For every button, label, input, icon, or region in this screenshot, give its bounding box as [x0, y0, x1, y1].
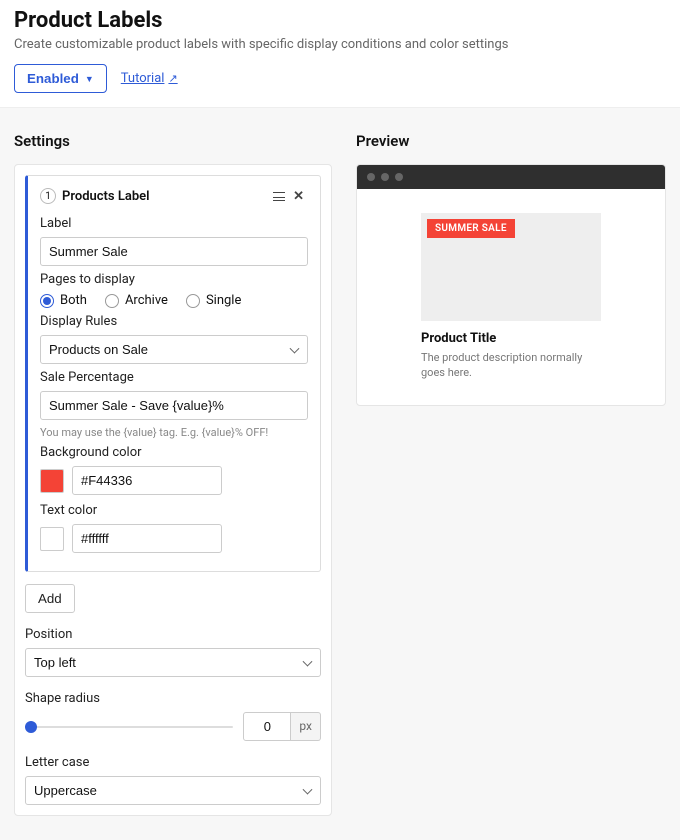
position-select[interactable]: Top left	[25, 648, 321, 677]
add-button[interactable]: Add	[25, 584, 75, 613]
label-card: 1 Products Label ✕ Label Pages to displa…	[25, 175, 321, 572]
preview-product-desc: The product description normally goes he…	[421, 350, 601, 381]
preview-window: SUMMER SALE Product Title The product de…	[356, 164, 666, 406]
card-title: Products Label	[62, 189, 269, 204]
settings-panel: 1 Products Label ✕ Label Pages to displa…	[14, 164, 332, 816]
textcolor-swatch[interactable]	[40, 527, 64, 551]
tutorial-label: Tutorial	[121, 71, 165, 86]
enabled-label: Enabled	[27, 71, 79, 86]
close-icon[interactable]: ✕	[289, 186, 308, 206]
chevron-down-icon: ▼	[85, 74, 94, 84]
external-link-icon: ↗	[168, 72, 177, 85]
settings-heading: Settings	[14, 132, 332, 150]
tutorial-link[interactable]: Tutorial ↗	[121, 71, 178, 86]
display-rules-label: Display Rules	[40, 314, 308, 329]
preview-heading: Preview	[356, 132, 666, 150]
page-title: Product Labels	[14, 8, 666, 33]
sale-percentage-note: You may use the {value} tag. E.g. {value…	[40, 426, 308, 439]
label-field-label: Label	[40, 216, 308, 231]
card-number-badge: 1	[40, 188, 56, 204]
preview-window-bar	[357, 165, 665, 189]
sale-percentage-label: Sale Percentage	[40, 370, 308, 385]
radio-archive[interactable]: Archive	[105, 293, 168, 308]
page-subtitle: Create customizable product labels with …	[14, 37, 666, 52]
textcolor-label: Text color	[40, 503, 308, 518]
preview-label-badge: SUMMER SALE	[427, 219, 515, 238]
pages-label: Pages to display	[40, 272, 308, 287]
preview-product-title: Product Title	[421, 331, 601, 346]
shape-radius-input[interactable]	[243, 712, 291, 741]
bgcolor-swatch[interactable]	[40, 469, 64, 493]
drag-handle-icon[interactable]	[269, 187, 289, 206]
bgcolor-input[interactable]	[72, 466, 222, 495]
label-input[interactable]	[40, 237, 308, 266]
shape-radius-label: Shape radius	[25, 691, 321, 706]
shape-radius-unit: px	[291, 712, 321, 741]
enabled-dropdown[interactable]: Enabled ▼	[14, 64, 107, 93]
display-rules-select[interactable]: Products on Sale	[40, 335, 308, 364]
letter-case-select[interactable]: Uppercase	[25, 776, 321, 805]
bgcolor-label: Background color	[40, 445, 308, 460]
preview-product-image: SUMMER SALE	[421, 213, 601, 321]
radio-both[interactable]: Both	[40, 293, 87, 308]
position-label: Position	[25, 627, 321, 642]
page-header: Product Labels Create customizable produ…	[0, 0, 680, 108]
letter-case-label: Letter case	[25, 755, 321, 770]
shape-radius-slider[interactable]	[25, 720, 233, 734]
textcolor-input[interactable]	[72, 524, 222, 553]
sale-percentage-input[interactable]	[40, 391, 308, 420]
radio-single[interactable]: Single	[186, 293, 241, 308]
